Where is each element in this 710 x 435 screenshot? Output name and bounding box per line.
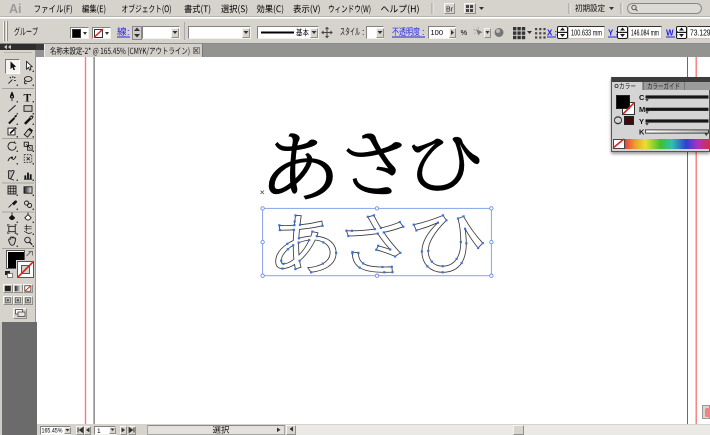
svg-text:Br: Br — [446, 7, 454, 14]
svg-text:73.129 m: 73.129 m — [690, 29, 710, 38]
svg-text:Y :: Y : — [608, 29, 618, 38]
svg-text::: : — [127, 27, 130, 37]
svg-text:%: % — [461, 28, 468, 37]
svg-text:X :: X : — [547, 29, 557, 38]
svg-text:C: C — [639, 93, 645, 102]
svg-text:W :: W : — [666, 29, 678, 38]
svg-text:100: 100 — [431, 28, 444, 37]
svg-text:100.633 mm: 100.633 mm — [571, 29, 602, 38]
svg-text:T: T — [24, 93, 32, 105]
svg-text:Y: Y — [639, 117, 644, 126]
svg-text::: : — [422, 27, 425, 37]
svg-text:1: 1 — [97, 428, 101, 435]
svg-text:165.45%: 165.45% — [42, 428, 63, 435]
svg-text:Ai: Ai — [9, 2, 22, 16]
svg-text::: : — [362, 27, 365, 37]
svg-text:146.084 mm: 146.084 mm — [631, 29, 659, 38]
svg-text:M: M — [639, 105, 645, 114]
svg-text:K: K — [639, 127, 645, 136]
